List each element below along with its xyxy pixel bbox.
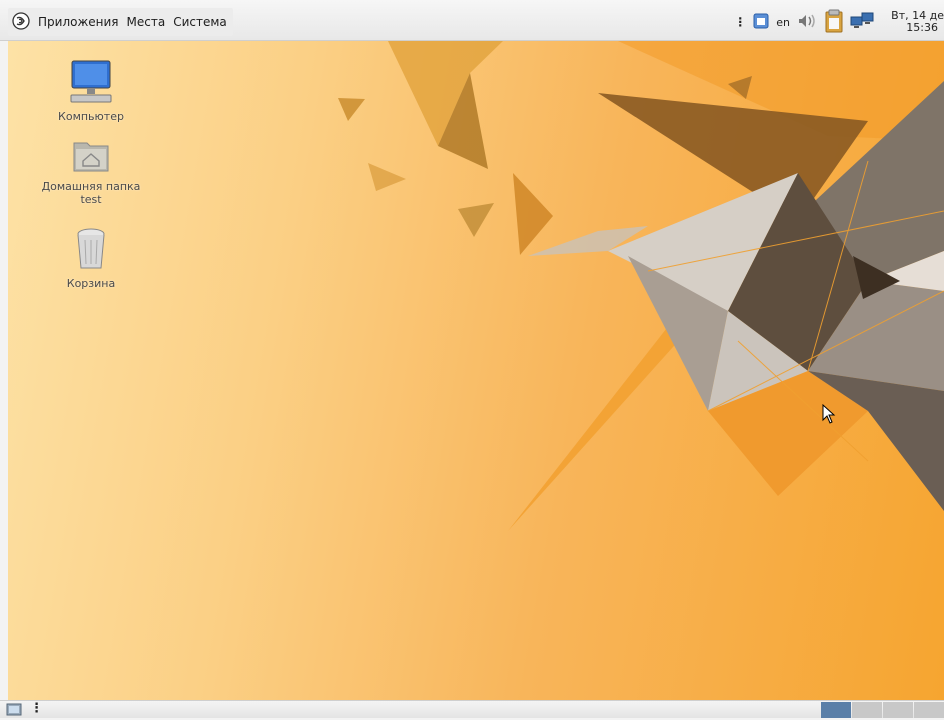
desktop-icon-label: Корзина [66, 277, 116, 290]
clipboard-icon[interactable] [752, 12, 770, 33]
mouse-cursor-icon [822, 404, 836, 424]
desktop-icon-trash[interactable]: Корзина [36, 226, 146, 290]
desktop-icon-home-folder[interactable]: Домашняя папка test [36, 135, 146, 206]
show-desktop-icon[interactable] [6, 702, 24, 720]
keyboard-layout-indicator[interactable]: en [776, 16, 790, 29]
wallpaper [338, 41, 944, 531]
menu-applications[interactable]: Приложения [38, 15, 119, 29]
desktop-icon-computer[interactable]: Компьютер [36, 59, 146, 123]
workspace-4[interactable] [914, 702, 944, 718]
notes-icon[interactable] [824, 9, 844, 36]
workspace-1[interactable] [821, 702, 851, 718]
workspace-3[interactable] [883, 702, 913, 718]
network-icon[interactable] [850, 11, 874, 34]
tray-separator: ⋮ [734, 15, 747, 29]
mint-logo-icon[interactable] [12, 11, 30, 33]
desktop-icon-label: Компьютер [58, 110, 124, 123]
top-panel: Приложения Места Система ⋮ en Вт, 14 де … [0, 0, 944, 41]
system-tray: ⋮ en Вт, 14 де 15:36 [734, 8, 944, 36]
computer-icon [36, 59, 146, 108]
panel-handle[interactable]: ⋮ [30, 701, 43, 716]
trash-icon [36, 226, 146, 275]
clock[interactable]: Вт, 14 де 15:36 [880, 10, 944, 34]
bottom-panel: ⋮ [0, 700, 944, 718]
workspace-2[interactable] [852, 702, 882, 718]
workspace-switcher [821, 702, 944, 718]
home-folder-icon [36, 135, 146, 178]
desktop[interactable]: Компьютер Домашняя папка test Корзина [8, 41, 944, 700]
desktop-icon-label: Домашняя папка test [41, 180, 141, 206]
main-menu: Приложения Места Система [8, 8, 233, 36]
menu-system[interactable]: Система [173, 15, 227, 29]
clock-time: 15:36 [906, 21, 938, 34]
menu-places[interactable]: Места [127, 15, 166, 29]
volume-icon[interactable] [796, 12, 818, 33]
